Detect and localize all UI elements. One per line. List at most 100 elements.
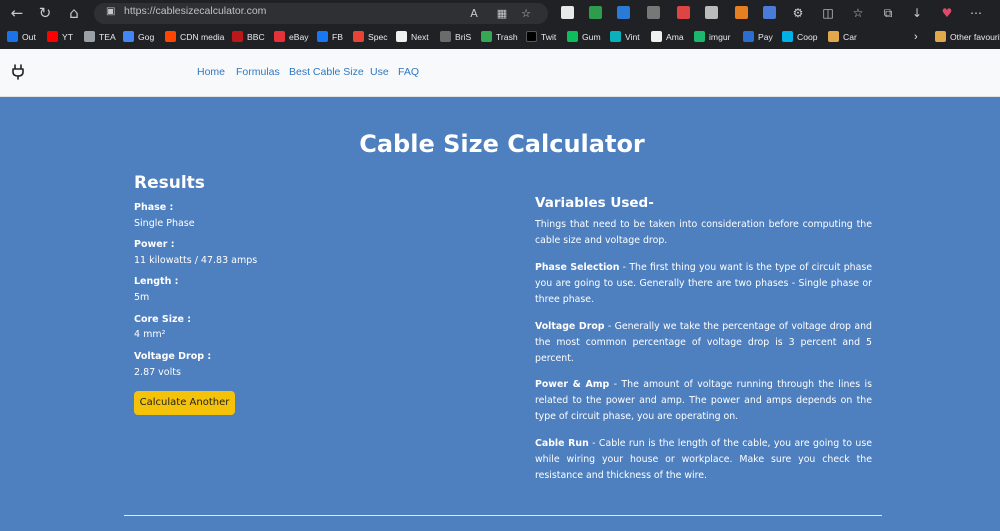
bookmark-icon (743, 31, 754, 43)
bookmark-icon (782, 31, 793, 43)
extension-grey-icon[interactable] (647, 6, 660, 19)
variable-item-cable-run: Cable Run - Cable run is the length of t… (535, 436, 872, 484)
bookmark-icon (440, 31, 451, 43)
bookmark-item[interactable]: YT (47, 30, 73, 45)
bookmark-item[interactable]: Vint (610, 30, 640, 45)
bookmark-icon (481, 31, 492, 43)
bookmark-item[interactable]: BriS (440, 30, 471, 45)
phase-label: Phase : (134, 202, 174, 213)
bookmark-item[interactable]: Car (828, 30, 857, 45)
bookmark-icon (567, 31, 578, 43)
core-size-value: 4 mm² (134, 329, 166, 340)
extension-orange-icon[interactable] (735, 6, 748, 19)
variable-term: Cable Run (535, 438, 589, 449)
browser-chrome: ← ↻ ⌂ ▣ https://cablesizecalculator.com … (0, 0, 1000, 49)
variable-item-power-amp: Power & Amp - The amount of voltage runn… (535, 377, 872, 425)
extension-blue-icon[interactable] (617, 6, 630, 19)
phase-value: Single Phase (134, 218, 195, 229)
bookmark-item[interactable]: TEA (84, 30, 116, 45)
variable-term: Phase Selection (535, 262, 620, 273)
bookmark-icon (353, 31, 364, 43)
extension-x-icon[interactable] (705, 6, 718, 19)
extension-shield-icon[interactable] (589, 6, 602, 19)
length-label: Length : (134, 276, 179, 287)
bookmark-icon (84, 31, 95, 43)
bookmark-icon (651, 31, 662, 43)
bookmark-icon (317, 31, 328, 43)
apps-icon[interactable]: ▦ (494, 6, 510, 22)
bookmark-icon (47, 31, 58, 43)
section-divider (124, 515, 882, 516)
bookmark-item[interactable]: Next (396, 30, 429, 45)
bookmarks-bar: Out YT TEA Gog CDN media BBC eBay FB Spe… (0, 27, 1000, 48)
nav-link-use[interactable]: Use (370, 66, 389, 78)
nav-link-home[interactable]: Home (197, 66, 225, 78)
bookmark-item[interactable]: Out (7, 30, 36, 45)
nav-link-best-cable-size[interactable]: Best Cable Size (289, 66, 364, 78)
downloads-icon[interactable]: ↓ (908, 4, 926, 22)
favourites-icon[interactable]: ☆ (849, 4, 867, 22)
variables-heading: Variables Used- (535, 195, 654, 211)
favourite-star-icon[interactable]: ☆ (518, 6, 534, 22)
bookmark-icon (123, 31, 134, 43)
more-menu-icon[interactable]: ⋯ (967, 4, 985, 22)
read-aloud-icon[interactable]: A (466, 6, 482, 22)
bookmark-icon (396, 31, 407, 43)
results-heading: Results (134, 173, 205, 193)
variable-item-phase-selection: Phase Selection - The first thing you wa… (535, 260, 872, 308)
bookmark-icon (274, 31, 285, 43)
bookmark-item[interactable]: FB (317, 30, 343, 45)
back-icon[interactable]: ← (7, 3, 27, 23)
bookmark-icon (526, 31, 537, 43)
bookmark-item[interactable]: Gog (123, 30, 154, 45)
bookmark-item[interactable]: Twit (526, 30, 556, 45)
extension-translate-icon[interactable] (763, 6, 776, 19)
core-size-label: Core Size : (134, 314, 192, 325)
bookmark-item[interactable]: imgur (694, 30, 731, 45)
extensions-icon[interactable]: ⚙ (789, 4, 807, 22)
nav-link-faq[interactable]: FAQ (398, 66, 419, 78)
variable-term: Power & Amp (535, 379, 610, 390)
bookmark-item[interactable]: Gum (567, 30, 601, 45)
split-screen-icon[interactable]: ◫ (819, 4, 837, 22)
bookmark-item[interactable]: Coop (782, 30, 818, 45)
site-navbar: Home Formulas Best Cable Size Use FAQ (0, 49, 1000, 97)
power-label: Power : (134, 239, 175, 250)
extension-m-icon[interactable] (561, 6, 574, 19)
calculate-another-button[interactable]: Calculate Another (134, 391, 235, 415)
power-value: 11 kilowatts / 47.83 amps (134, 255, 258, 266)
bookmark-item[interactable]: BBC (232, 30, 265, 45)
voltage-drop-label: Voltage Drop : (134, 351, 212, 362)
voltage-drop-value: 2.87 volts (134, 367, 181, 378)
chevron-right-icon[interactable]: › (914, 30, 918, 45)
bookmark-item[interactable]: Pay (743, 30, 773, 45)
plug-icon[interactable] (10, 63, 28, 81)
bookmark-icon (7, 31, 18, 43)
length-value: 5m (134, 292, 150, 303)
collections-icon[interactable]: ⧉ (879, 4, 897, 22)
variable-term: Voltage Drop (535, 321, 605, 332)
bookmark-icon (828, 31, 839, 43)
reload-icon[interactable]: ↻ (35, 3, 55, 23)
health-icon[interactable]: ♥ (938, 4, 956, 22)
page-title: Cable Size Calculator (359, 130, 645, 158)
address-bar[interactable]: ▣ https://cablesizecalculator.com A ▦ ☆ (94, 3, 548, 24)
bookmark-item[interactable]: Ama (651, 30, 684, 45)
bookmark-icon (232, 31, 243, 43)
bookmark-item[interactable]: Spec (353, 30, 388, 45)
folder-icon (935, 31, 946, 43)
bookmark-icon (165, 31, 176, 43)
bookmark-icon (694, 31, 705, 43)
other-favourites[interactable]: Other favourit (935, 30, 1000, 45)
nav-link-formulas[interactable]: Formulas (236, 66, 280, 78)
bookmark-icon (610, 31, 621, 43)
bookmark-item[interactable]: Trash (481, 30, 518, 45)
bookmark-item[interactable]: eBay (274, 30, 309, 45)
lock-icon: ▣ (106, 6, 116, 17)
variable-item-voltage-drop: Voltage Drop - Generally we take the per… (535, 319, 872, 367)
extension-red-icon[interactable] (677, 6, 690, 19)
address-row: ← ↻ ⌂ ▣ https://cablesizecalculator.com … (0, 0, 1000, 26)
home-icon[interactable]: ⌂ (64, 3, 84, 23)
url-text[interactable]: https://cablesizecalculator.com (124, 5, 266, 17)
bookmark-item[interactable]: CDN media (165, 30, 224, 45)
